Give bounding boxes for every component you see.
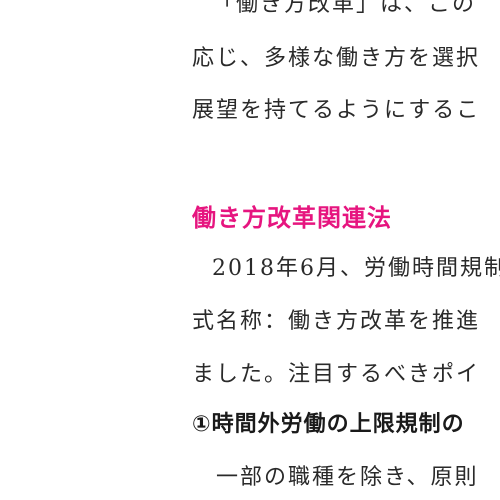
body-text-line: 2018年6月、労働時間規制 [212, 256, 500, 281]
body-text-line: 応じ、多様な働き方を選択 [192, 46, 481, 71]
body-text-line: 一部の職種を除き、原則 [216, 465, 479, 490]
body-text-line: ました。注目するべきポイ [192, 362, 481, 387]
document-page: 「働き方改革」は、この 応じ、多様な働き方を選択 展望を持てるようにするこ 働き… [0, 0, 500, 500]
body-text-line: 式名称：働き方改革を推進 [192, 309, 481, 334]
subsection-heading: ①時間外労働の上限規制の [192, 412, 465, 437]
body-text-line: 「働き方改革」は、この [212, 0, 477, 17]
section-heading: 働き方改革関連法 [192, 204, 392, 232]
body-text-line: 展望を持てるようにするこ [192, 98, 481, 123]
